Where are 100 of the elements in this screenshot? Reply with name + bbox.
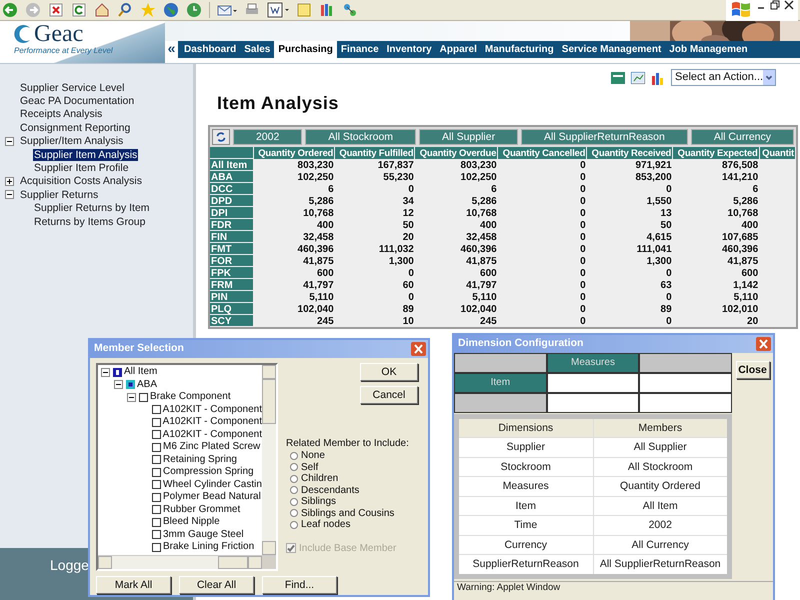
tree-item[interactable]: ABA — [137, 378, 158, 391]
checkbox[interactable] — [152, 468, 161, 477]
radio-button[interactable] — [290, 520, 298, 529]
vertical-scrollbar[interactable] — [262, 365, 276, 555]
bar-chart-icon[interactable] — [651, 70, 665, 84]
column-header: Quantity Cancelled — [498, 147, 587, 159]
sidebar-item[interactable]: Supplier Service Level — [19, 82, 126, 94]
column-axis-cell[interactable]: Measures — [546, 353, 640, 373]
checkbox[interactable] — [152, 542, 161, 552]
action-select[interactable]: Select an Action... — [671, 69, 776, 86]
radio-button[interactable] — [290, 474, 298, 483]
sidebar-item[interactable]: Consignment Reporting — [19, 122, 132, 134]
collapse-icon[interactable] — [127, 392, 136, 402]
sidebar-item[interactable]: Supplier Returns by Item — [33, 202, 151, 214]
table-cell: 50 — [402, 220, 414, 230]
sidebar-item[interactable]: Acquisition Costs Analysis — [19, 175, 143, 188]
tree-item[interactable]: 3mm Gauge Steel — [163, 528, 244, 541]
radio-button[interactable] — [290, 452, 298, 460]
sidebar-item[interactable]: Supplier/Item Analysis — [19, 135, 124, 148]
checkbox[interactable] — [152, 430, 161, 440]
collapse-icon[interactable] — [101, 368, 110, 377]
refresh-icon[interactable] — [212, 129, 230, 145]
tree-item[interactable]: Brake Component — [150, 391, 231, 404]
nav-tab[interactable]: Service Management — [558, 41, 666, 58]
row-header: All Item — [210, 159, 254, 171]
checkbox[interactable] — [139, 392, 148, 402]
filter-button[interactable]: All Stockroom — [305, 129, 416, 145]
clock-icon[interactable] — [186, 2, 202, 18]
sidebar-item[interactable]: Returns by Items Group — [33, 216, 146, 228]
chart-window-icon[interactable] — [631, 72, 645, 84]
tree-item[interactable]: A102KIT - Component — [162, 416, 262, 428]
tree-item[interactable]: Retaining Spring — [163, 454, 237, 466]
filter-button[interactable]: 2002 — [233, 129, 302, 145]
dialog-button[interactable]: Close — [736, 361, 770, 379]
tree-item[interactable]: All Item — [124, 366, 158, 378]
tree-item[interactable]: Wheel Cylinder Castin — [163, 478, 262, 491]
tree-item[interactable]: Compression Spring — [163, 466, 254, 478]
dialog-button[interactable]: OK — [360, 363, 418, 381]
sidebar-item[interactable]: Supplier Item Analysis — [33, 148, 138, 161]
search-icon[interactable] — [117, 2, 133, 18]
tree-item[interactable]: Brake Lining Friction — [163, 541, 254, 554]
collapse-icon[interactable] — [5, 190, 14, 200]
home-icon[interactable] — [94, 2, 110, 18]
nav-tab[interactable]: Inventory — [382, 41, 436, 58]
network-icon[interactable] — [342, 2, 358, 18]
radio-button[interactable] — [290, 463, 298, 472]
collapse-icon[interactable] — [5, 136, 14, 146]
row-axis-cell[interactable]: Item — [454, 373, 547, 393]
radio-button[interactable] — [290, 486, 298, 494]
stop-icon[interactable] — [48, 2, 64, 18]
checkbox[interactable] — [152, 442, 161, 452]
restore-icon[interactable] — [770, 0, 780, 10]
sidebar-item[interactable]: Supplier Item Profile — [33, 162, 130, 174]
radio-button[interactable] — [290, 498, 298, 506]
filter-button[interactable]: All Supplier — [419, 129, 518, 145]
radio-button[interactable] — [290, 509, 298, 518]
sidebar-item[interactable]: Supplier Returns — [19, 188, 100, 201]
dialog-button[interactable]: Cancel — [360, 386, 418, 404]
filter-button[interactable]: All Currency — [690, 129, 794, 145]
tree-item[interactable]: Polymer Bead Natural — [163, 491, 261, 504]
checkbox[interactable] — [152, 455, 161, 464]
nav-tab[interactable]: Finance — [336, 41, 383, 58]
nav-tab[interactable]: Job Managemen — [665, 41, 752, 58]
nav-tab[interactable]: Purchasing — [274, 41, 337, 58]
sidebar-item[interactable]: Receipts Analysis — [19, 108, 104, 120]
tree-item[interactable]: A102KIT - Component — [162, 428, 262, 441]
nav-tab[interactable]: Manufacturing — [480, 41, 558, 58]
checkbox[interactable] — [152, 418, 161, 427]
checkbox[interactable] — [152, 505, 161, 514]
collapse-arrows[interactable]: « — [165, 41, 178, 58]
spreadsheet-icon[interactable] — [611, 72, 625, 84]
nav-tab[interactable]: Dashboard — [180, 41, 240, 58]
table-cell: 89 — [402, 304, 414, 314]
sidebar-item[interactable]: Geac PA Documentation — [19, 95, 136, 108]
nav-tab[interactable]: Sales — [240, 41, 274, 58]
column-header: Quantity Received — [586, 147, 673, 159]
table-cell: 6 — [328, 184, 334, 194]
checkbox[interactable] — [152, 492, 161, 502]
horizontal-scrollbar[interactable] — [98, 555, 276, 569]
tree-item[interactable]: Bleed Nipple — [163, 516, 220, 528]
checkbox[interactable] — [152, 518, 161, 527]
dialog-button[interactable]: Clear All — [179, 576, 254, 594]
back-icon[interactable] — [2, 2, 18, 18]
globe-icon[interactable] — [163, 2, 179, 18]
checkbox[interactable] — [152, 405, 161, 414]
tree-item[interactable]: M6 Zinc Plated Screw — [163, 441, 260, 454]
tree-item[interactable]: Rubber Grommet — [163, 504, 240, 516]
close-icon[interactable] — [784, 0, 794, 10]
expand-icon[interactable] — [5, 176, 14, 186]
refresh-icon[interactable] — [71, 2, 87, 18]
filter-button[interactable]: All SupplierReturnReason — [521, 129, 688, 145]
star-icon[interactable] — [140, 2, 156, 18]
dialog-button[interactable]: Mark All — [96, 576, 171, 594]
checkbox[interactable] — [152, 530, 161, 540]
tree-item[interactable]: A102KIT - Component — [162, 404, 262, 416]
collapse-icon[interactable] — [114, 380, 123, 390]
nav-tab[interactable]: Apparel — [436, 41, 481, 58]
checkbox[interactable] — [152, 480, 161, 490]
document-icon[interactable] — [267, 2, 289, 18]
dialog-button[interactable]: Find... — [262, 576, 337, 594]
